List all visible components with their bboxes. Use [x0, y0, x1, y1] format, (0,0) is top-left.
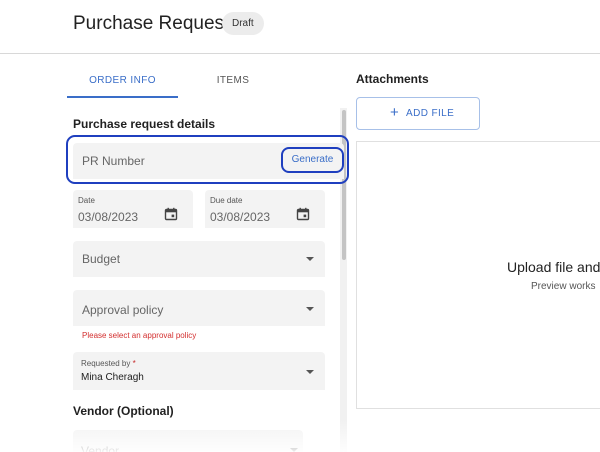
add-file-button[interactable]: + ADD FILE — [356, 97, 480, 130]
calendar-icon[interactable] — [164, 207, 178, 221]
caret-down-icon — [306, 307, 314, 311]
upload-dropzone[interactable]: Upload file and Preview works — [356, 141, 600, 409]
tab-bar: ORDER INFO ITEMS — [67, 68, 347, 98]
due-date-value: 03/08/2023 — [210, 210, 271, 224]
attachments-title: Attachments — [356, 72, 429, 86]
section-title-details: Purchase request details — [73, 117, 216, 131]
caret-down-icon — [290, 448, 298, 452]
add-file-label: ADD FILE — [406, 108, 455, 119]
approval-policy-error: Please select an approval policy — [82, 331, 197, 340]
requested-by-label: Requested by * — [81, 359, 136, 368]
tab-items[interactable]: ITEMS — [178, 68, 288, 98]
tab-order-info[interactable]: ORDER INFO — [67, 68, 178, 98]
section-title-vendor: Vendor (Optional) — [73, 404, 174, 418]
due-date-label: Due date — [210, 196, 243, 205]
vendor-placeholder: Vendor — [81, 444, 120, 452]
plus-icon: + — [390, 104, 400, 121]
scrollbar-thumb[interactable] — [342, 110, 346, 260]
requested-by-value: Mina Cheragh — [81, 372, 144, 383]
approval-policy-placeholder: Approval policy — [82, 303, 164, 317]
calendar-icon[interactable] — [296, 207, 310, 221]
status-badge: Draft — [222, 12, 264, 35]
upload-subtitle: Preview works — [531, 281, 596, 292]
due-date-field[interactable]: Due date 03/08/2023 — [205, 190, 325, 228]
upload-title: Upload file and — [507, 259, 600, 275]
page-header: Purchase Request Draft — [0, 0, 600, 54]
date-value: 03/08/2023 — [78, 210, 139, 224]
page-title: Purchase Request — [73, 13, 230, 34]
required-mark: * — [132, 359, 136, 368]
generate-button[interactable]: Generate — [281, 147, 344, 173]
date-field[interactable]: Date 03/08/2023 — [73, 190, 193, 228]
budget-placeholder: Budget — [82, 252, 121, 266]
vendor-select[interactable]: Vendor — [73, 430, 303, 452]
date-label: Date — [78, 196, 95, 205]
caret-down-icon — [306, 370, 314, 374]
caret-down-icon — [306, 257, 314, 261]
budget-select[interactable]: Budget — [73, 241, 325, 277]
approval-policy-select[interactable]: Approval policy — [73, 290, 325, 326]
requested-by-select[interactable]: Requested by * Mina Cheragh — [73, 352, 325, 390]
